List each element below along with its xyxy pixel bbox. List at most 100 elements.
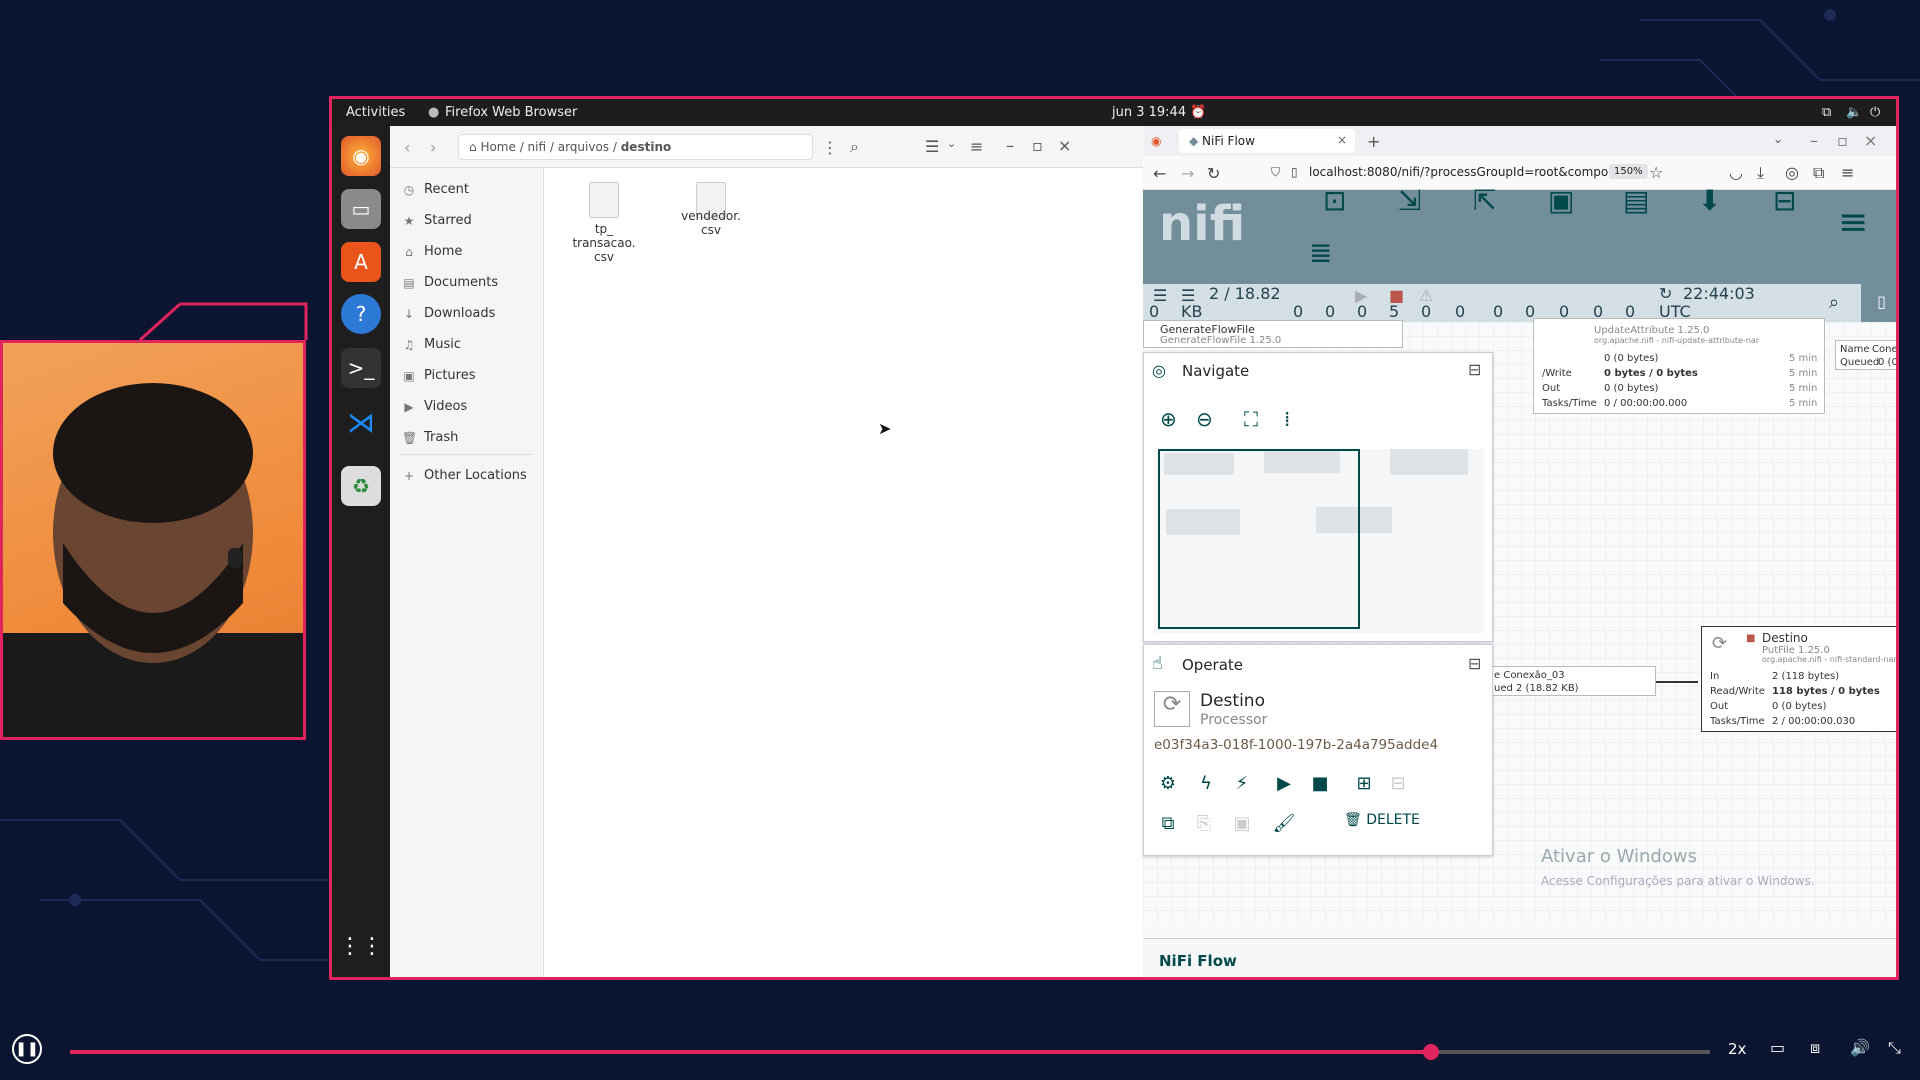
active-app-label[interactable]: Firefox Web Browser (445, 105, 577, 120)
volume-icon[interactable]: 🔊 (1850, 1038, 1870, 1057)
zoom-badge[interactable]: 150% (1609, 164, 1648, 179)
processor-generateflowfile[interactable]: GenerateFlowFile GenerateFlowFile 1.25.0 (1143, 320, 1403, 348)
sidebar-item-music[interactable]: ♫ Music (402, 337, 461, 352)
menu-kebab-icon[interactable]: ⋮ (822, 138, 838, 157)
zoom-in-icon[interactable]: ⊕ (1160, 407, 1177, 431)
processor-tool-icon[interactable]: ⊡ (1323, 184, 1346, 217)
configure-icon[interactable]: ⚙ (1154, 769, 1182, 797)
file-item-vendedor[interactable]: vendedor. csv (671, 209, 751, 237)
csv-file-icon[interactable] (589, 182, 619, 218)
paste-icon[interactable]: ⎘ (1190, 809, 1218, 837)
playback-speed[interactable]: 2x (1728, 1040, 1746, 1058)
copy-icon[interactable]: ⧉ (1154, 809, 1182, 837)
collapse-icon[interactable]: ⊟ (1468, 360, 1481, 379)
template-tool-icon[interactable]: ⊟ (1773, 184, 1796, 217)
sidebar-item-videos[interactable]: ▶ Videos (402, 399, 467, 414)
sidebar-item-trash[interactable]: 🗑 Trash (402, 430, 458, 445)
sidebar-item-pictures[interactable]: ▣ Pictures (402, 368, 475, 383)
reload-icon[interactable]: ↻ (1207, 164, 1220, 183)
zoom-out-icon[interactable]: ⊖ (1196, 407, 1213, 431)
breadcrumb-root[interactable]: NiFi Flow (1159, 952, 1237, 970)
crumb-arquivos[interactable]: arquivos (558, 140, 609, 154)
connection-label-right[interactable]: Name Conexão_ Queued 0 (0 byte (1835, 340, 1896, 370)
maximize-icon[interactable]: ▫ (1032, 136, 1043, 155)
menu-icon[interactable]: ≡ (1841, 163, 1854, 182)
sidebar-item-other-locations[interactable]: + Other Locations (402, 468, 527, 483)
remote-group-tool-icon[interactable]: ▤ (1623, 184, 1649, 217)
stop-icon[interactable]: ■ (1306, 769, 1334, 797)
show-apps-icon[interactable]: ⋮⋮ (339, 926, 383, 966)
tab-nifi-flow[interactable]: ◆ NiFi Flow × (1179, 129, 1355, 153)
process-group-tool-icon[interactable]: ▣ (1548, 184, 1574, 217)
minimize-icon[interactable]: – (1006, 136, 1014, 155)
upload-template-icon[interactable]: ⊟ (1384, 769, 1412, 797)
network-icon[interactable]: ⧉ (1822, 105, 1831, 120)
firefox-icon[interactable]: ◉ (341, 136, 381, 176)
chevron-down-icon[interactable]: ⌄ (947, 137, 956, 150)
processor-destino[interactable]: ⟳ ■ Destino PutFile 1.25.0 org.apache.ni… (1701, 626, 1896, 732)
pocket-icon[interactable]: ◡ (1729, 163, 1743, 182)
forward-icon[interactable]: › (430, 138, 436, 157)
color-brush-icon[interactable]: 🖌 (1270, 809, 1298, 837)
crumb-home[interactable]: Home (480, 140, 515, 154)
label-tool-icon[interactable]: ≣ (1309, 236, 1332, 269)
group-icon[interactable]: ▣ (1228, 809, 1256, 837)
shield-icon[interactable]: ⛉ (1271, 165, 1280, 180)
connection-conexao-03[interactable]: e Conexão_03 ued 2 (18.82 KB) (1491, 666, 1656, 696)
back-icon[interactable]: ← (1153, 164, 1166, 183)
activities-button[interactable]: Activities (346, 105, 405, 120)
birdseye-view[interactable] (1154, 449, 1484, 633)
chevron-down-icon[interactable]: ⌄ (1773, 132, 1783, 146)
hamburger-icon[interactable]: ≡ (970, 137, 983, 156)
search-icon[interactable]: ⌕ (850, 137, 859, 157)
new-tab-icon[interactable]: + (1367, 132, 1380, 151)
software-icon[interactable]: A (341, 242, 381, 282)
pause-icon[interactable]: ❚❚ (12, 1034, 42, 1064)
fullscreen-exit-icon[interactable]: ⤡ (1888, 1038, 1901, 1058)
file-item-tp-transacao[interactable]: tp_ transacao. csv (564, 222, 644, 264)
delete-button[interactable]: 🗑 DELETE (1344, 812, 1420, 836)
clock[interactable]: jun 3 19:44 (1112, 105, 1186, 120)
create-template-icon[interactable]: ⊞ (1350, 769, 1378, 797)
files-icon[interactable]: ▭ (341, 189, 381, 229)
output-port-tool-icon[interactable]: ⇱ (1473, 184, 1496, 217)
sidebar-item-documents[interactable]: ▤ Documents (402, 275, 498, 290)
disable-icon[interactable]: ⚡ (1228, 769, 1256, 797)
list-view-icon[interactable]: ☰ (925, 137, 939, 156)
sidebar-item-home[interactable]: ⌂ Home (402, 244, 462, 259)
back-icon[interactable]: ‹ (404, 138, 410, 157)
collapse-icon[interactable]: ⊟ (1468, 654, 1481, 673)
vscode-icon[interactable]: ⋊ (341, 402, 381, 442)
tab-close-icon[interactable]: × (1337, 133, 1347, 147)
bookmark-star-icon[interactable]: ☆ (1649, 163, 1663, 182)
input-port-tool-icon[interactable]: ⇲ (1398, 184, 1421, 217)
extensions-icon[interactable]: ⧉ (1813, 163, 1824, 183)
viewport-rect[interactable] (1158, 449, 1360, 629)
sidebar-item-recent[interactable]: ◷ Recent (402, 182, 469, 197)
processor-updateattribute[interactable]: UpdateAttribute 1.25.0 org.apache.nifi -… (1533, 318, 1825, 414)
forward-icon[interactable]: → (1181, 164, 1194, 183)
help-icon[interactable]: ? (341, 294, 381, 334)
hamburger-menu-icon[interactable]: ≡ (1838, 202, 1868, 243)
minimize-icon[interactable]: – (1810, 131, 1818, 150)
terminal-icon[interactable]: >_ (341, 348, 381, 388)
account-icon[interactable]: ◎ (1785, 163, 1799, 182)
refresh-icon[interactable]: ↻ (1659, 284, 1672, 303)
nifi-canvas[interactable]: GenerateFlowFile GenerateFlowFile 1.25.0… (1143, 318, 1896, 922)
progress-handle[interactable] (1423, 1044, 1440, 1060)
firefox-view-icon[interactable]: ◉ (1151, 134, 1161, 148)
captions-icon[interactable]: ▭ (1770, 1038, 1785, 1057)
power-icon[interactable]: ⏻ (1870, 105, 1880, 120)
close-icon[interactable]: × (1864, 131, 1877, 150)
download-icon[interactable]: ⤓ (1757, 163, 1764, 183)
url-bar[interactable]: localhost:8080/nifi/?processGroupId=root… (1309, 165, 1623, 179)
crumb-destino[interactable]: destino (621, 140, 672, 154)
funnel-tool-icon[interactable]: ⬇ (1698, 184, 1721, 217)
actual-size-icon[interactable]: ⁞ (1284, 407, 1290, 431)
trash-icon[interactable]: ♻ (341, 466, 381, 506)
sidebar-item-downloads[interactable]: ↓ Downloads (402, 306, 495, 321)
crumb-nifi[interactable]: nifi (528, 140, 547, 154)
close-icon[interactable]: × (1058, 136, 1071, 155)
fit-icon[interactable]: ⛶ (1244, 407, 1258, 431)
flow-config-icon[interactable]: ▯ (1861, 284, 1896, 322)
